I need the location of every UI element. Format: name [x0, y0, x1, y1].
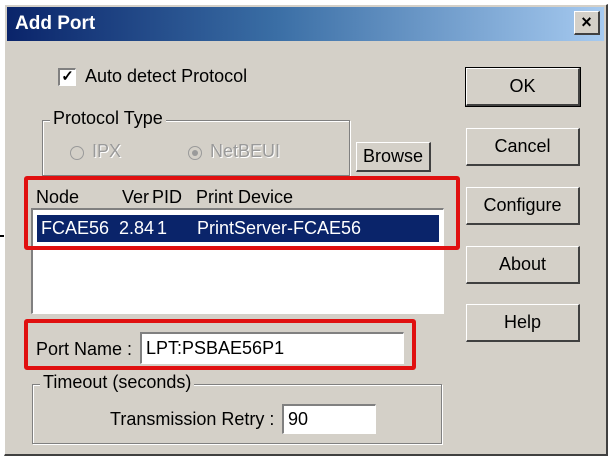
netbeui-label: NetBEUI [210, 141, 281, 161]
device-list-highlight-box [24, 176, 460, 250]
browse-button[interactable]: Browse [356, 142, 431, 172]
port-name-highlight-box [24, 319, 416, 370]
timeout-title: Timeout (seconds) [40, 372, 195, 393]
protocol-type-title: Protocol Type [50, 108, 166, 129]
ipx-label: IPX [92, 141, 122, 161]
configure-button[interactable]: Configure [466, 187, 580, 225]
cancel-button[interactable]: Cancel [466, 128, 580, 166]
dialog-title: Add Port [15, 13, 96, 34]
close-icon: × [581, 12, 592, 32]
ok-button[interactable]: OK [465, 67, 581, 107]
auto-detect-label[interactable]: Auto detect Protocol [85, 66, 247, 87]
netbeui-radio[interactable] [188, 146, 202, 160]
close-button[interactable]: × [574, 11, 600, 35]
help-button[interactable]: Help [466, 304, 580, 342]
transmission-retry-label: Transmission Retry : [110, 409, 275, 429]
check-icon: ✓ [61, 68, 74, 85]
about-button[interactable]: About [466, 246, 580, 284]
title-bar[interactable]: Add Port × [7, 7, 604, 41]
transmission-retry-input[interactable]: 90 [282, 404, 376, 434]
auto-detect-checkbox[interactable]: ✓ [58, 68, 76, 86]
ipx-radio[interactable] [70, 146, 84, 160]
